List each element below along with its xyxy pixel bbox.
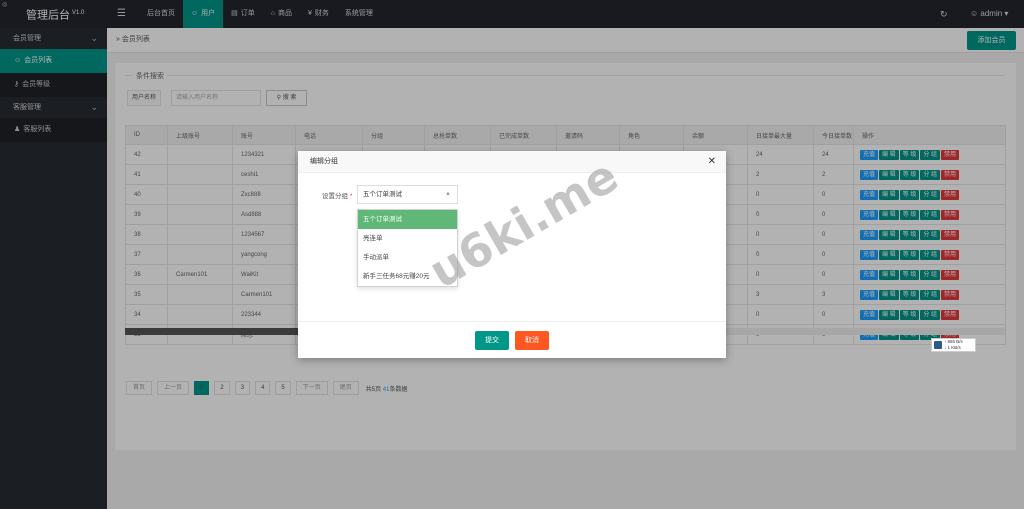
close-icon[interactable]: ✕ — [708, 156, 716, 168]
network-icon — [934, 341, 942, 349]
dropdown-option[interactable]: 五个订单测试 — [358, 210, 457, 229]
group-field-label: 设置分组 * — [322, 190, 352, 200]
download-speed-value: 1 KB/s — [947, 345, 961, 350]
required-mark: * — [349, 193, 353, 200]
group-select[interactable]: 五个订单测试 ▲ — [357, 185, 458, 204]
upload-speed-value: 865 B/s — [947, 339, 963, 344]
network-speed-widget: ↑ 865 B/s ↓ 1 KB/s — [931, 338, 976, 352]
submit-button[interactable]: 提交 — [475, 331, 509, 350]
modal-divider — [298, 321, 726, 322]
group-select-value: 五个订单测试 — [363, 191, 402, 198]
chevron-up-icon: ▲ — [445, 191, 451, 197]
download-speed: ↓ 1 KB/s — [944, 345, 961, 350]
group-field-label-text: 设置分组 — [322, 193, 348, 200]
modal-title: 编辑分组 — [298, 151, 726, 173]
cancel-button[interactable]: 取消 — [515, 331, 549, 350]
